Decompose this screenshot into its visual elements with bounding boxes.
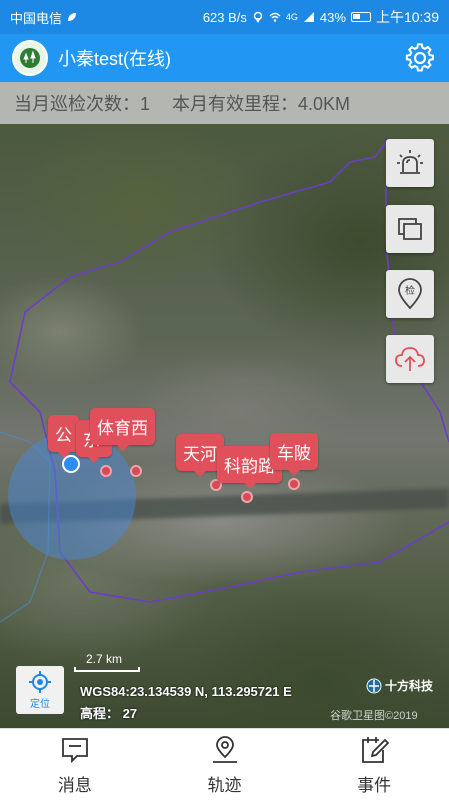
upload-button[interactable] <box>386 335 434 383</box>
stats-strip: 当月巡检次数：1 本月有效里程：4.0KM <box>0 82 449 124</box>
map-marker[interactable]: 公 <box>48 415 79 458</box>
marker-pin <box>241 491 253 503</box>
inspect-pin-icon: 检 <box>398 278 422 310</box>
current-location-dot <box>62 455 80 473</box>
marker-label: 车陂 <box>270 433 318 476</box>
inspect-button[interactable]: 检 <box>386 270 434 318</box>
coordinates-readout: WGS84:23.134539 N, 113.295721 E 高程： 27 <box>80 681 292 725</box>
satellite-map[interactable]: 当月巡检次数：1 本月有效里程：4.0KM 检 公 体育西 天河 科韵路 车陂 … <box>0 82 449 728</box>
nav-label: 事件 <box>357 775 392 795</box>
message-icon <box>61 737 88 763</box>
elevation: 高程： 27 <box>80 706 138 721</box>
crosshair-icon <box>29 671 51 693</box>
nav-label: 消息 <box>57 775 92 795</box>
marker-pin <box>130 465 142 477</box>
map-marker[interactable]: 体育西 <box>90 408 155 477</box>
coordinates: WGS84:23.134539 N, 113.295721 E <box>80 684 292 699</box>
signal-icon <box>303 12 314 22</box>
patrol-count: 当月巡检次数：1 <box>14 94 151 114</box>
settings-button[interactable] <box>403 41 437 75</box>
scale-bar <box>74 667 140 672</box>
network-speed: 623 B/s <box>202 9 247 25</box>
nav-item-messages[interactable]: 消息 <box>0 729 150 801</box>
app-bar: 小秦test(在线) <box>0 34 449 82</box>
brand-name: 十方科技 <box>385 679 434 693</box>
marker-label: 体育西 <box>90 408 155 451</box>
clock: 上午10:39 <box>375 9 439 25</box>
monthly-mileage: 本月有效里程：4.0KM <box>172 94 351 114</box>
app-title: 小秦test(在线) <box>58 49 172 69</box>
nav-label: 轨迹 <box>207 775 242 795</box>
bottom-nav: 消息 轨迹 事件 <box>0 728 449 801</box>
brand-logo: 十方科技 <box>366 677 433 694</box>
location-status-icon <box>253 11 263 23</box>
locate-label: 定位 <box>30 699 50 710</box>
nav-item-events[interactable]: 事件 <box>299 729 449 801</box>
track-icon <box>212 735 237 763</box>
battery-percent: 43% <box>319 9 346 25</box>
leaf-icon <box>68 13 77 21</box>
scale-label: 2.7 km <box>86 652 123 666</box>
marker-label: 公 <box>48 415 79 458</box>
app-logo <box>12 40 48 76</box>
gear-icon <box>405 43 434 72</box>
layers-button[interactable] <box>386 205 434 253</box>
siren-icon <box>397 150 423 174</box>
layers-icon <box>398 218 422 240</box>
locate-button[interactable]: 定位 <box>16 666 64 714</box>
map-copyright: 谷歌卫星图©2019 <box>330 710 418 722</box>
map-marker[interactable]: 车陂 <box>270 433 318 490</box>
event-icon <box>362 736 390 763</box>
district-boundary <box>0 139 449 623</box>
carrier-label: 中国电信 <box>10 10 63 26</box>
map-scale: 2.7 km <box>74 652 140 672</box>
wifi-icon <box>269 12 281 22</box>
alarm-button[interactable] <box>386 139 434 187</box>
inspect-label: 检 <box>405 284 415 297</box>
battery-icon <box>350 12 371 22</box>
marker-pin <box>288 478 300 490</box>
cloud-upload-icon <box>395 347 425 371</box>
nav-item-track[interactable]: 轨迹 <box>150 729 300 801</box>
network-type: 4G <box>285 12 298 22</box>
status-bar: 中国电信 623 B/s 4G 43% 上午10:39 <box>0 0 449 34</box>
brand-icon <box>366 678 382 693</box>
tree-logo-icon <box>20 48 40 68</box>
